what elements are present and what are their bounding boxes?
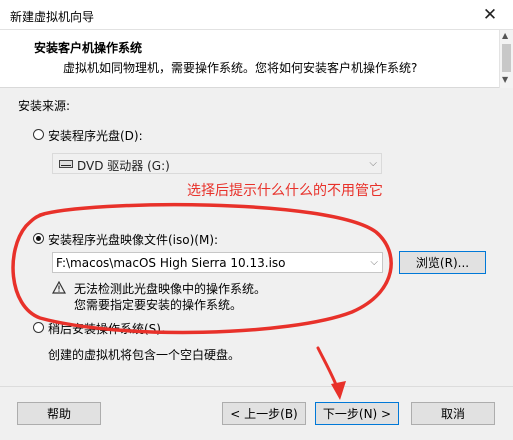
annotation-note: 选择后提示什么什么的不用管它 (187, 183, 383, 199)
close-button[interactable]: ✕ (467, 0, 513, 30)
footer-divider (0, 386, 513, 387)
help-button[interactable]: 帮助 (17, 402, 101, 425)
scroll-down-icon[interactable]: ▼ (502, 75, 508, 84)
later-description: 创建的虚拟机将包含一个空白硬盘。 (48, 348, 241, 362)
cancel-button[interactable]: 取消 (411, 402, 495, 425)
dropdown-caret-icon[interactable]: ⌵ (370, 257, 378, 268)
scroll-thumb[interactable] (502, 44, 511, 72)
radio-later[interactable] (33, 322, 44, 333)
install-source-label: 安装来源: (18, 99, 71, 113)
dropdown-caret-icon[interactable]: ⌵ (369, 158, 377, 169)
back-button[interactable]: < 上一步(B) (222, 402, 306, 425)
dvd-drive-icon (59, 160, 73, 168)
wizard-header: 安装客户机操作系统 虚拟机如同物理机，需要操作系统。您将如何安装客户机操作系统? (0, 30, 513, 88)
page-title: 安装客户机操作系统 (34, 41, 143, 55)
next-button[interactable]: 下一步(N) > (315, 402, 399, 425)
disc-drive-select[interactable]: DVD 驱动器 (G:) ⌵ (52, 153, 382, 174)
annotation-arrow-head (331, 381, 346, 400)
radio-later-label[interactable]: 稍后安装操作系统(S)。 (48, 320, 173, 337)
title-bar: 新建虚拟机向导 ✕ (0, 0, 513, 30)
warning-line-2: 您需要指定要安装的操作系统。 (74, 298, 243, 312)
window-title: 新建虚拟机向导 (10, 10, 95, 24)
header-scrollbar[interactable]: ▲ ▼ (499, 30, 513, 88)
warning-line-1: 无法检测此光盘映像中的操作系统。 (74, 282, 267, 296)
radio-disc-label[interactable]: 安装程序光盘(D): (48, 127, 143, 144)
warning-icon (52, 281, 66, 294)
radio-disc[interactable] (33, 129, 44, 140)
disc-drive-value: DVD 驱动器 (G:) (77, 159, 170, 173)
radio-iso-label[interactable]: 安装程序光盘映像文件(iso)(M): (48, 231, 218, 248)
scroll-up-icon[interactable]: ▲ (502, 31, 508, 40)
close-icon: ✕ (482, 5, 498, 25)
radio-iso[interactable] (33, 233, 44, 244)
iso-path-input[interactable]: F:\macos\macOS High Sierra 10.13.iso ⌵ (52, 252, 383, 273)
iso-path-value: F:\macos\macOS High Sierra 10.13.iso (56, 256, 286, 270)
browse-button[interactable]: 浏览(R)... (399, 251, 486, 274)
page-subtitle: 虚拟机如同物理机，需要操作系统。您将如何安装客户机操作系统? (63, 61, 418, 75)
